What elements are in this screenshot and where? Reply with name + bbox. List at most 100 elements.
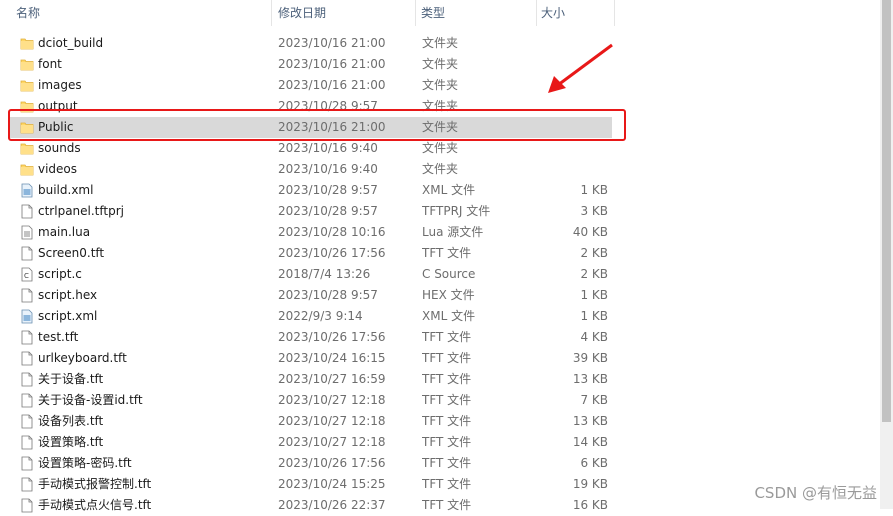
file-name: test.tft xyxy=(38,330,79,344)
file-row[interactable]: test.tft 2023/10/26 17:56 TFT 文件 4 KB xyxy=(8,327,612,348)
file-name: urlkeyboard.tft xyxy=(38,351,127,365)
folder-icon xyxy=(20,57,34,72)
file-date: 2022/9/3 9:14 xyxy=(278,309,363,323)
file-row[interactable]: Screen0.tft 2023/10/26 17:56 TFT 文件 2 KB xyxy=(8,243,612,264)
file-row[interactable]: images 2023/10/16 21:00 文件夹 xyxy=(8,75,612,96)
file-row[interactable]: main.lua 2023/10/28 10:16 Lua 源文件 40 KB xyxy=(8,222,612,243)
c-source-icon: C xyxy=(20,267,34,282)
xml-file-icon xyxy=(20,183,34,198)
file-type: 文件夹 xyxy=(422,162,459,176)
file-size: 2 KB xyxy=(580,246,608,260)
file-size: 7 KB xyxy=(580,393,608,407)
text-file-icon xyxy=(20,225,34,240)
file-type: 文件夹 xyxy=(422,57,459,71)
scrollbar-thumb[interactable] xyxy=(882,0,891,422)
file-name: script.c xyxy=(38,267,82,281)
file-type: HEX 文件 xyxy=(422,288,475,302)
xml-file-icon xyxy=(20,309,34,324)
file-size xyxy=(538,138,608,159)
file-date: 2023/10/27 16:59 xyxy=(278,372,386,386)
file-name: images xyxy=(38,78,82,92)
file-type: 文件夹 xyxy=(422,36,459,50)
file-type: 文件夹 xyxy=(422,141,459,155)
file-date: 2023/10/26 17:56 xyxy=(278,456,386,470)
file-size: 4 KB xyxy=(580,330,608,344)
file-row[interactable]: script.xml 2022/9/3 9:14 XML 文件 1 KB xyxy=(8,306,612,327)
file-type: XML 文件 xyxy=(422,183,476,197)
file-icon xyxy=(20,498,34,513)
file-row[interactable]: 设置策略.tft 2023/10/27 12:18 TFT 文件 14 KB xyxy=(8,432,612,453)
file-date: 2023/10/28 9:57 xyxy=(278,183,378,197)
file-row[interactable]: 设备列表.tft 2023/10/27 12:18 TFT 文件 13 KB xyxy=(8,411,612,432)
file-date: 2023/10/26 17:56 xyxy=(278,330,386,344)
file-name: script.xml xyxy=(38,309,98,323)
red-arrow-annotation xyxy=(548,43,613,93)
file-row[interactable]: build.xml 2023/10/28 9:57 XML 文件 1 KB xyxy=(8,180,612,201)
file-row[interactable]: 关于设备-设置id.tft 2023/10/27 12:18 TFT 文件 7 KB xyxy=(8,390,612,411)
folder-icon xyxy=(20,141,34,156)
file-type: Lua 源文件 xyxy=(422,225,484,239)
file-date: 2023/10/28 9:57 xyxy=(278,288,378,302)
column-header-size[interactable]: 大小 xyxy=(537,0,615,26)
file-size xyxy=(538,159,608,180)
file-row[interactable]: 设置策略-密码.tft 2023/10/26 17:56 TFT 文件 6 KB xyxy=(8,453,612,474)
file-name: font xyxy=(38,57,62,71)
file-name: dciot_build xyxy=(38,36,104,50)
file-icon xyxy=(20,246,34,261)
column-header-type[interactable]: 类型 xyxy=(417,0,537,26)
file-icon xyxy=(20,456,34,471)
file-name: script.hex xyxy=(38,288,98,302)
watermark-text: CSDN @有恒无益 xyxy=(754,484,877,502)
file-type: TFT 文件 xyxy=(422,477,472,491)
file-size: 6 KB xyxy=(580,456,608,470)
file-date: 2023/10/27 12:18 xyxy=(278,435,386,449)
file-date: 2023/10/16 9:40 xyxy=(278,162,378,176)
file-name: Screen0.tft xyxy=(38,246,105,260)
file-date: 2023/10/27 12:18 xyxy=(278,414,386,428)
file-date: 2023/10/16 9:40 xyxy=(278,141,378,155)
file-icon xyxy=(20,393,34,408)
file-size: 19 KB xyxy=(572,477,608,491)
file-row[interactable]: 关于设备.tft 2023/10/27 16:59 TFT 文件 13 KB xyxy=(8,369,612,390)
file-type: TFTPRJ 文件 xyxy=(422,204,491,218)
file-icon xyxy=(20,414,34,429)
file-date: 2023/10/26 22:37 xyxy=(278,498,386,512)
file-icon xyxy=(20,288,34,303)
file-icon xyxy=(20,330,34,345)
file-row[interactable]: ctrlpanel.tftprj 2023/10/28 9:57 TFTPRJ 文件… xyxy=(8,201,612,222)
file-name: videos xyxy=(38,162,78,176)
file-size: 1 KB xyxy=(580,183,608,197)
file-row[interactable]: videos 2023/10/16 9:40 文件夹 xyxy=(8,159,612,180)
file-date: 2023/10/28 10:16 xyxy=(278,225,386,239)
file-row[interactable]: dciot_build 2023/10/16 21:00 文件夹 xyxy=(8,33,612,54)
file-name: main.lua xyxy=(38,225,91,239)
file-date: 2023/10/28 9:57 xyxy=(278,204,378,218)
file-type: C Source xyxy=(422,267,476,281)
file-row[interactable]: font 2023/10/16 21:00 文件夹 xyxy=(8,54,612,75)
file-row[interactable]: urlkeyboard.tft 2023/10/24 16:15 TFT 文件 39 … xyxy=(8,348,612,369)
file-size: 2 KB xyxy=(580,267,608,281)
file-size: 13 KB xyxy=(572,414,608,428)
file-type: TFT 文件 xyxy=(422,246,472,260)
file-type: TFT 文件 xyxy=(422,372,472,386)
file-date: 2023/10/16 21:00 xyxy=(278,57,386,71)
file-name: 关于设备.tft xyxy=(38,372,104,386)
file-size: 13 KB xyxy=(572,372,608,386)
svg-text:C: C xyxy=(24,272,29,280)
column-header-date[interactable]: 修改日期 xyxy=(274,0,416,26)
file-name: 设置策略.tft xyxy=(38,435,104,449)
file-row[interactable]: script.hex 2023/10/28 9:57 HEX 文件 1 KB xyxy=(8,285,612,306)
file-name: 关于设备-设置id.tft xyxy=(38,393,143,407)
file-date: 2023/10/24 16:15 xyxy=(278,351,386,365)
file-type: TFT 文件 xyxy=(422,393,472,407)
file-row[interactable]: 手动模式点火信号.tft 2023/10/26 22:37 TFT 文件 16 KB xyxy=(8,495,612,516)
file-name: build.xml xyxy=(38,183,94,197)
file-icon xyxy=(20,477,34,492)
file-type: TFT 文件 xyxy=(422,330,472,344)
file-row[interactable]: 手动模式报警控制.tft 2023/10/24 15:25 TFT 文件 19 KB xyxy=(8,474,612,495)
file-row[interactable]: sounds 2023/10/16 9:40 文件夹 xyxy=(8,138,612,159)
file-date: 2023/10/27 12:18 xyxy=(278,393,386,407)
file-row[interactable]: Cscript.c 2018/7/4 13:26 C Source 2 KB xyxy=(8,264,612,285)
file-size: 16 KB xyxy=(572,498,608,512)
file-icon xyxy=(20,372,34,387)
